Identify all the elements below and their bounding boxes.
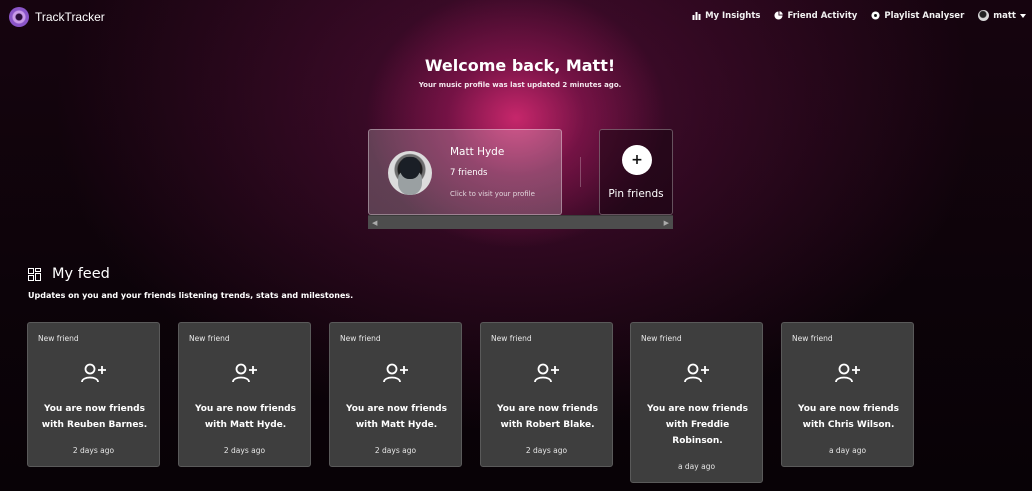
nav-links: My Insights Friend Activity Playlist Ana… [692, 10, 1026, 21]
feed-card[interactable]: New friend You are now friends with Matt… [329, 322, 462, 467]
feed-card[interactable]: New friend You are now friends with Reub… [27, 322, 160, 467]
feed-card[interactable]: New friend You are now friends with Robe… [480, 322, 613, 467]
feed-card[interactable]: New friend You are now friends with Chri… [781, 322, 914, 467]
profile-card[interactable]: Matt Hyde 7 friends Click to visit your … [368, 129, 562, 215]
feed-card[interactable]: New friend You are now friends with Matt… [178, 322, 311, 467]
card-timestamp: a day ago [677, 462, 716, 471]
card-type-label: New friend [792, 334, 833, 343]
top-nav: TrackTracker My Insights Friend Activity… [0, 0, 1032, 34]
pie-chart-icon [774, 11, 784, 20]
add-user-icon [835, 363, 860, 383]
avatar [388, 151, 432, 195]
nav-friend-activity[interactable]: Friend Activity [774, 11, 857, 21]
card-timestamp: 2 days ago [374, 446, 417, 455]
user-menu[interactable]: matt [978, 10, 1026, 21]
add-user-icon [684, 363, 709, 383]
caret-down-icon [1020, 13, 1026, 18]
dashboard-grid-icon [28, 267, 41, 281]
vinyl-logo-icon [9, 7, 29, 27]
card-message: You are now friends with Robert Blake. [497, 404, 598, 430]
feed-card[interactable]: New friend You are now friends with Fred… [630, 322, 763, 483]
add-user-icon [534, 363, 559, 383]
nav-friend-activity-label: Friend Activity [787, 10, 858, 21]
nav-my-insights-label: My Insights [705, 10, 761, 21]
card-timestamp: 2 days ago [72, 446, 115, 455]
card-message: You are now friends with Freddie Robinso… [647, 404, 748, 446]
card-timestamp: a day ago [828, 446, 867, 455]
brand[interactable]: TrackTracker [9, 7, 105, 27]
card-message: You are now friends with Reuben Barnes. [41, 404, 148, 430]
card-timestamp: 2 days ago [223, 446, 266, 455]
card-type-label: New friend [641, 334, 682, 343]
nav-playlist-analyser-label: Playlist Analyser [884, 10, 965, 21]
card-message: You are now friends with Chris Wilson. [798, 404, 899, 430]
welcome-subtitle: Your music profile was last updated 2 mi… [418, 81, 622, 89]
card-message: You are now friends with Matt Hyde. [346, 404, 447, 430]
feed-title: My feed [52, 266, 110, 282]
user-menu-label: matt [993, 10, 1016, 21]
page: TrackTracker My Insights Friend Activity… [0, 0, 1032, 491]
card-type-label: New friend [491, 334, 532, 343]
card-message: You are now friends with Matt Hyde. [195, 404, 296, 430]
user-avatar-icon [978, 10, 990, 21]
divider [580, 157, 581, 187]
add-user-icon [232, 363, 257, 383]
pin-friends-button[interactable]: + Pin friends [599, 129, 673, 215]
card-timestamp: 2 days ago [525, 446, 568, 455]
card-type-label: New friend [38, 334, 79, 343]
scroll-left-arrow-icon[interactable]: ◀ [372, 219, 377, 227]
feed-header: My feed [28, 266, 110, 282]
profile-friend-count: 7 friends [450, 168, 488, 178]
profile-visit-hint: Click to visit your profile [450, 190, 535, 198]
card-type-label: New friend [340, 334, 381, 343]
scroll-right-arrow-icon[interactable]: ▶ [664, 219, 669, 227]
app-name: TrackTracker [35, 10, 105, 24]
feed-subtitle: Updates on you and your friends listenin… [28, 291, 354, 300]
record-icon [871, 11, 880, 20]
add-user-icon [81, 363, 106, 383]
add-user-icon [383, 363, 408, 383]
card-type-label: New friend [189, 334, 230, 343]
profile-name: Matt Hyde [450, 146, 505, 158]
bar-chart-icon [692, 12, 701, 20]
horizontal-scrollbar[interactable]: ◀ ▶ [368, 215, 673, 229]
plus-icon: + [622, 145, 652, 175]
welcome-title: Welcome back, Matt! [424, 56, 616, 75]
nav-my-insights[interactable]: My Insights [692, 11, 760, 21]
pin-friends-label: Pin friends [608, 188, 664, 200]
nav-playlist-analyser[interactable]: Playlist Analyser [871, 11, 964, 21]
